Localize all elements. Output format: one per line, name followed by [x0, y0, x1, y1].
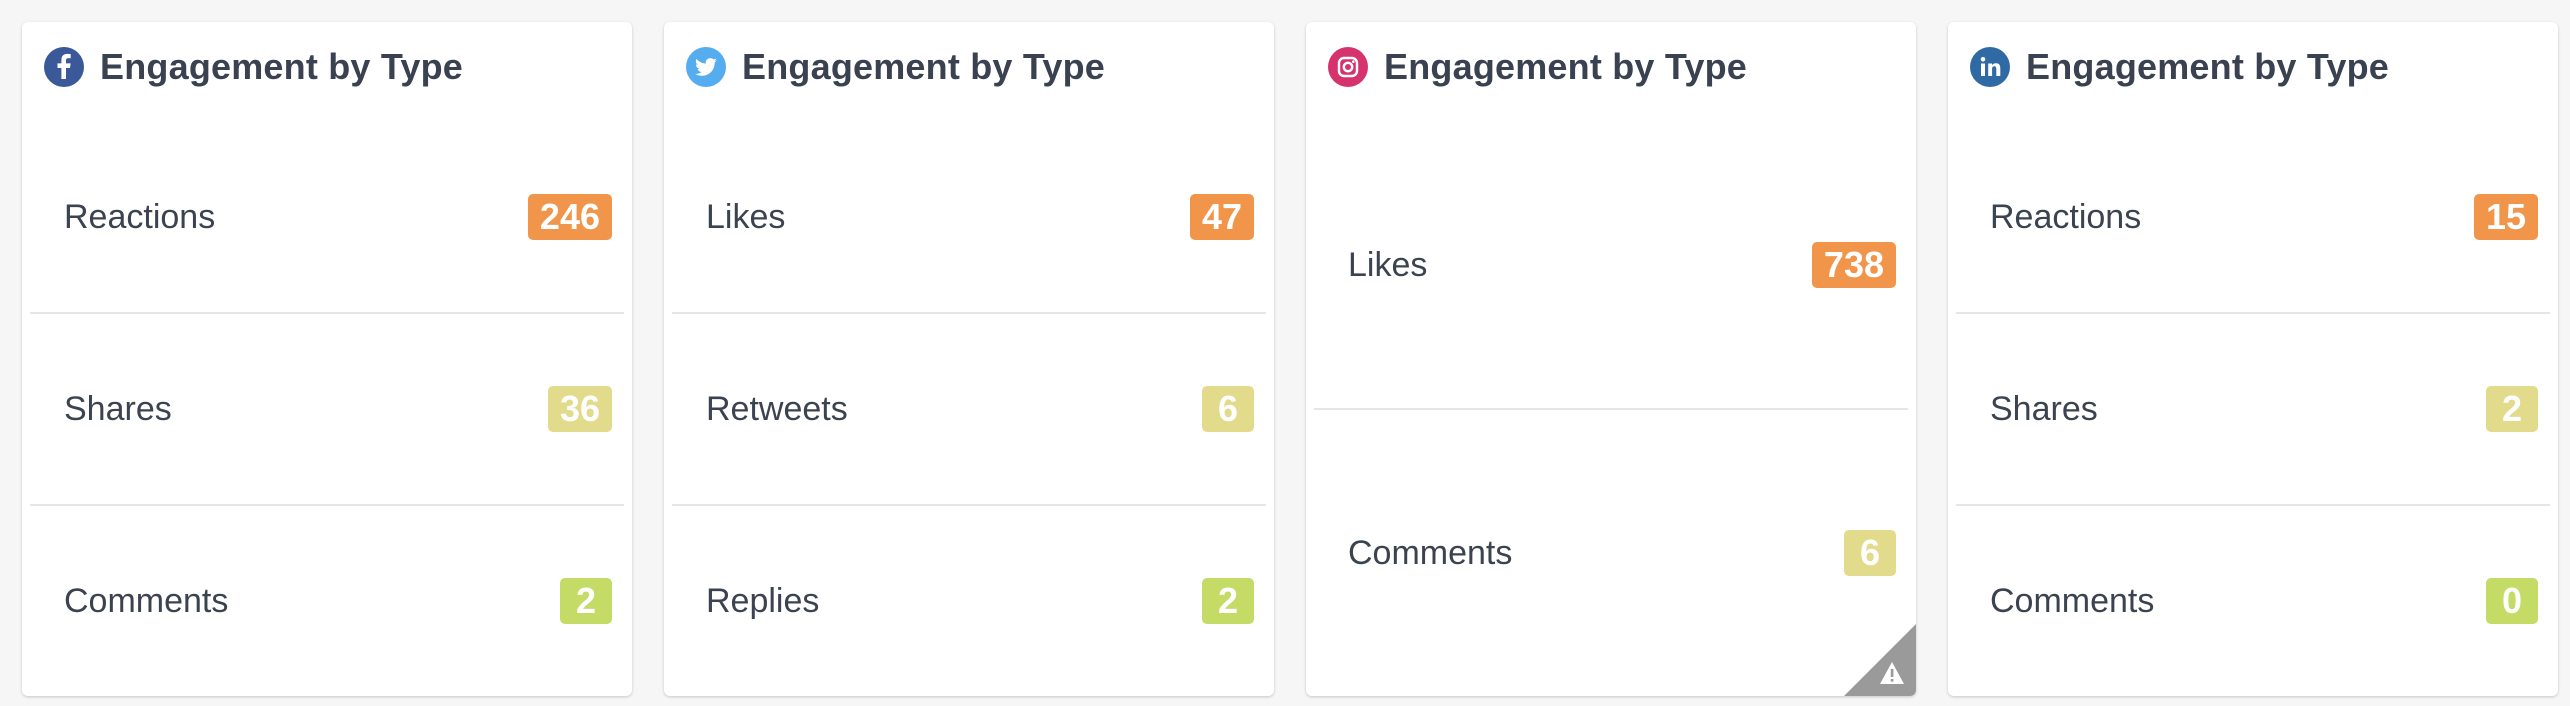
metric-count-badge: 0: [2486, 578, 2538, 624]
card-header: Engagement by Type: [1328, 44, 1747, 90]
facebook-icon: [44, 47, 84, 87]
metric-label: Shares: [1990, 389, 2098, 428]
card-facebook-engagement: Engagement by Type Reactions 246 Shares …: [22, 22, 632, 696]
metric-label: Likes: [1348, 245, 1428, 284]
twitter-icon: [686, 47, 726, 87]
metric-label: Comments: [1348, 533, 1513, 572]
list-item-reactions: Reactions 246: [30, 122, 624, 314]
list-item-comments: Comments 6: [1314, 410, 1908, 696]
metric-label: Reactions: [64, 197, 216, 236]
metric-count-badge: 2: [2486, 386, 2538, 432]
list-item-likes: Likes 47: [672, 122, 1266, 314]
metric-count-badge: 6: [1844, 530, 1896, 576]
warning-icon[interactable]: [1844, 624, 1916, 696]
list-item-reactions: Reactions 15: [1956, 122, 2550, 314]
engagement-list: Reactions 246 Shares 36 Comments 2: [30, 122, 624, 696]
metric-count-badge: 15: [2473, 194, 2538, 240]
metric-count-badge: 738: [1811, 242, 1896, 288]
metric-label: Comments: [64, 581, 229, 620]
list-item-comments: Comments 0: [1956, 506, 2550, 696]
metric-count-badge: 36: [547, 386, 612, 432]
list-item-likes: Likes 738: [1314, 122, 1908, 410]
card-title: Engagement by Type: [2026, 46, 2390, 87]
card-title: Engagement by Type: [100, 46, 464, 87]
metric-count-badge: 47: [1189, 194, 1254, 240]
card-header: Engagement by Type: [1970, 44, 2389, 90]
metric-label: Comments: [1990, 581, 2155, 620]
card-title: Engagement by Type: [1384, 46, 1748, 87]
engagement-cards: Engagement by Type Reactions 246 Shares …: [0, 0, 2570, 706]
metric-count-badge: 2: [560, 578, 612, 624]
metric-count-badge: 6: [1202, 386, 1254, 432]
list-item-replies: Replies 2: [672, 506, 1266, 696]
linkedin-icon: [1970, 47, 2010, 87]
list-item-shares: Shares 36: [30, 314, 624, 506]
engagement-list: Likes 738 Comments 6: [1314, 122, 1908, 696]
metric-label: Retweets: [706, 389, 848, 428]
engagement-list: Reactions 15 Shares 2 Comments 0: [1956, 122, 2550, 696]
list-item-shares: Shares 2: [1956, 314, 2550, 506]
metric-label: Replies: [706, 581, 820, 620]
instagram-icon: [1328, 47, 1368, 87]
card-header: Engagement by Type: [686, 44, 1105, 90]
list-item-retweets: Retweets 6: [672, 314, 1266, 506]
metric-label: Shares: [64, 389, 172, 428]
metric-count-badge: 2: [1202, 578, 1254, 624]
card-title: Engagement by Type: [742, 46, 1106, 87]
engagement-list: Likes 47 Retweets 6 Replies 2: [672, 122, 1266, 696]
metric-label: Reactions: [1990, 197, 2142, 236]
card-instagram-engagement: Engagement by Type Likes 738 Comments 6: [1306, 22, 1916, 696]
metric-label: Likes: [706, 197, 786, 236]
list-item-comments: Comments 2: [30, 506, 624, 696]
card-header: Engagement by Type: [44, 44, 463, 90]
card-linkedin-engagement: Engagement by Type Reactions 15 Shares 2…: [1948, 22, 2558, 696]
metric-count-badge: 246: [527, 194, 612, 240]
card-twitter-engagement: Engagement by Type Likes 47 Retweets 6 R…: [664, 22, 1274, 696]
